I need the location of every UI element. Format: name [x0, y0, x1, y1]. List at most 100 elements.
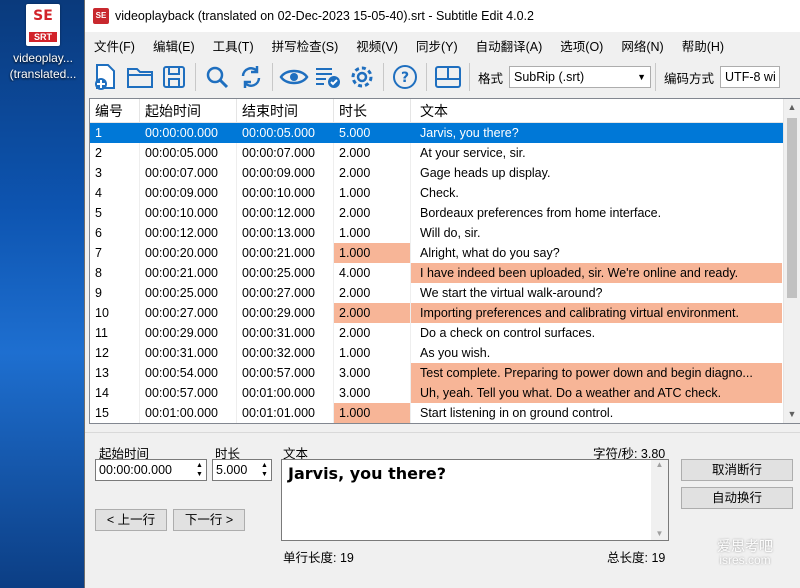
- cell-start-time[interactable]: 00:00:29.000: [140, 323, 237, 343]
- open-button[interactable]: [123, 60, 157, 94]
- cell-duration[interactable]: 1.000: [334, 223, 411, 243]
- cell-duration[interactable]: 1.000: [334, 183, 411, 203]
- scroll-down-icon[interactable]: ▼: [651, 529, 668, 538]
- cell-start-time[interactable]: 00:01:00.000: [140, 403, 237, 423]
- encoding-select[interactable]: UTF-8 wi: [720, 66, 781, 88]
- col-header-text[interactable]: 文本: [411, 99, 782, 122]
- cell-number[interactable]: 14: [90, 383, 140, 403]
- cell-duration[interactable]: 2.000: [334, 203, 411, 223]
- scroll-down-icon[interactable]: ▼: [784, 406, 800, 423]
- table-row[interactable]: 8 00:00:21.000 00:00:25.000 4.000 I have ind…: [90, 263, 800, 283]
- replace-button[interactable]: [234, 60, 268, 94]
- new-file-button[interactable]: [89, 60, 123, 94]
- spellcheck-button[interactable]: [311, 60, 345, 94]
- cell-text[interactable]: Gage heads up display.: [411, 163, 782, 183]
- cell-text[interactable]: Will do, sir.: [411, 223, 782, 243]
- col-header-duration[interactable]: 时长: [334, 99, 411, 122]
- cell-text[interactable]: Importing preferences and calibrating vi…: [411, 303, 782, 323]
- table-row[interactable]: 4 00:00:09.000 00:00:10.000 1.000 Check.: [90, 183, 800, 203]
- cell-number[interactable]: 4: [90, 183, 140, 203]
- table-row[interactable]: 5 00:00:10.000 00:00:12.000 2.000 Bordeaux p…: [90, 203, 800, 223]
- cell-text[interactable]: Start listening in on ground control.: [411, 403, 782, 423]
- cell-number[interactable]: 13: [90, 363, 140, 383]
- cell-duration[interactable]: 3.000: [334, 363, 411, 383]
- cell-text[interactable]: Alright, what do you say?: [411, 243, 782, 263]
- desktop-file-shortcut[interactable]: SE SRT videoplay... (translated...: [4, 4, 82, 82]
- find-button[interactable]: [200, 60, 234, 94]
- cell-number[interactable]: 15: [90, 403, 140, 423]
- cell-duration[interactable]: 1.000: [334, 403, 411, 423]
- auto-break-button[interactable]: 自动换行: [681, 487, 793, 509]
- cell-end-time[interactable]: 00:00:05.000: [237, 123, 334, 143]
- cell-end-time[interactable]: 00:00:12.000: [237, 203, 334, 223]
- duration-input[interactable]: 5.000 ▲ ▼: [212, 459, 272, 481]
- cell-end-time[interactable]: 00:00:13.000: [237, 223, 334, 243]
- menu-spellcheck[interactable]: 拼写检查(S): [263, 36, 348, 55]
- cell-text[interactable]: We start the virtual walk-around?: [411, 283, 782, 303]
- cell-text[interactable]: Do a check on control surfaces.: [411, 323, 782, 343]
- menu-tools[interactable]: 工具(T): [204, 36, 263, 55]
- cell-start-time[interactable]: 00:00:27.000: [140, 303, 237, 323]
- scroll-up-icon[interactable]: ▲: [651, 460, 668, 469]
- cell-number[interactable]: 5: [90, 203, 140, 223]
- cell-number[interactable]: 3: [90, 163, 140, 183]
- cell-text[interactable]: As you wish.: [411, 343, 782, 363]
- cell-text[interactable]: Bordeaux preferences from home interface…: [411, 203, 782, 223]
- cell-end-time[interactable]: 00:00:21.000: [237, 243, 334, 263]
- table-row[interactable]: 13 00:00:54.000 00:00:57.000 3.000 Test comp…: [90, 363, 800, 383]
- menu-sync[interactable]: 同步(Y): [407, 36, 467, 55]
- next-line-button[interactable]: 下一行 >: [173, 509, 245, 531]
- table-row[interactable]: 11 00:00:29.000 00:00:31.000 2.000 Do a chec…: [90, 323, 800, 343]
- cell-duration[interactable]: 1.000: [334, 243, 411, 263]
- menu-help[interactable]: 帮助(H): [673, 36, 733, 55]
- cell-text[interactable]: I have indeed been uploaded, sir. We're …: [411, 263, 782, 283]
- table-row[interactable]: 12 00:00:31.000 00:00:32.000 1.000 As you wi…: [90, 343, 800, 363]
- table-row[interactable]: 1 00:00:00.000 00:00:05.000 5.000 Jarvis, yo…: [90, 123, 800, 143]
- previous-line-button[interactable]: < 上一行: [95, 509, 167, 531]
- table-row[interactable]: 14 00:00:57.000 00:01:00.000 3.000 Uh, yeah.…: [90, 383, 800, 403]
- subtitle-text-area[interactable]: Jarvis, you there? ▲ ▼: [281, 459, 669, 541]
- table-row[interactable]: 7 00:00:20.000 00:00:21.000 1.000 Alright, w…: [90, 243, 800, 263]
- cell-end-time[interactable]: 00:00:25.000: [237, 263, 334, 283]
- spin-arrows-icon[interactable]: ▲ ▼: [259, 461, 270, 479]
- cell-start-time[interactable]: 00:00:10.000: [140, 203, 237, 223]
- cell-text[interactable]: Check.: [411, 183, 782, 203]
- cell-number[interactable]: 7: [90, 243, 140, 263]
- cell-duration[interactable]: 3.000: [334, 383, 411, 403]
- cell-duration[interactable]: 2.000: [334, 303, 411, 323]
- cell-duration[interactable]: 5.000: [334, 123, 411, 143]
- title-bar[interactable]: SE videoplayback (translated on 02-Dec-2…: [85, 0, 800, 32]
- cell-end-time[interactable]: 00:00:27.000: [237, 283, 334, 303]
- scroll-up-icon[interactable]: ▲: [784, 99, 800, 116]
- layout-button[interactable]: [431, 60, 465, 94]
- table-row[interactable]: 2 00:00:05.000 00:00:07.000 2.000 At your se…: [90, 143, 800, 163]
- cell-text[interactable]: Jarvis, you there?: [411, 123, 782, 143]
- menu-video[interactable]: 视频(V): [347, 36, 407, 55]
- grid-scrollbar[interactable]: ▲ ▼: [783, 99, 800, 423]
- cell-start-time[interactable]: 00:00:00.000: [140, 123, 237, 143]
- col-header-end[interactable]: 结束时间: [237, 99, 334, 122]
- cell-end-time[interactable]: 00:00:57.000: [237, 363, 334, 383]
- cell-start-time[interactable]: 00:00:25.000: [140, 283, 237, 303]
- cell-duration[interactable]: 4.000: [334, 263, 411, 283]
- table-row[interactable]: 3 00:00:07.000 00:00:09.000 2.000 Gage heads…: [90, 163, 800, 183]
- cell-start-time[interactable]: 00:00:07.000: [140, 163, 237, 183]
- menu-auto-translate[interactable]: 自动翻译(A): [467, 36, 552, 55]
- menu-network[interactable]: 网络(N): [612, 36, 672, 55]
- col-header-start[interactable]: 起始时间: [140, 99, 237, 122]
- help-button[interactable]: ?: [388, 60, 422, 94]
- cell-duration[interactable]: 2.000: [334, 323, 411, 343]
- cell-text[interactable]: Uh, yeah. Tell you what. Do a weather an…: [411, 383, 782, 403]
- cell-end-time[interactable]: 00:00:31.000: [237, 323, 334, 343]
- cell-end-time[interactable]: 00:00:10.000: [237, 183, 334, 203]
- cell-start-time[interactable]: 00:00:21.000: [140, 263, 237, 283]
- menu-options[interactable]: 选项(O): [551, 36, 612, 55]
- settings-button[interactable]: [345, 60, 379, 94]
- menu-file[interactable]: 文件(F): [85, 36, 144, 55]
- cell-start-time[interactable]: 00:00:31.000: [140, 343, 237, 363]
- start-time-input[interactable]: 00:00:00.000 ▲ ▼: [95, 459, 207, 481]
- cell-number[interactable]: 8: [90, 263, 140, 283]
- scroll-thumb[interactable]: [787, 118, 797, 298]
- cell-duration[interactable]: 2.000: [334, 283, 411, 303]
- cell-end-time[interactable]: 00:00:07.000: [237, 143, 334, 163]
